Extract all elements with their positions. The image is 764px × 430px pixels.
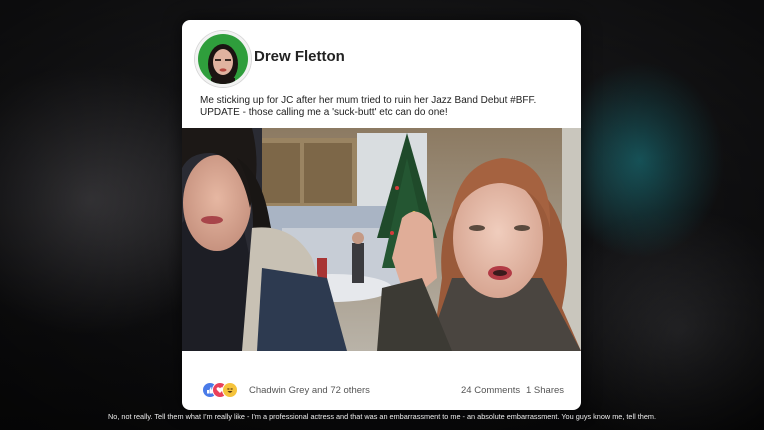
- comments-count-link[interactable]: 24 Comments: [461, 385, 520, 396]
- haha-icon: [222, 382, 238, 398]
- selfie-photo-image: [182, 128, 581, 351]
- shares-count-link[interactable]: 1 Shares: [526, 385, 564, 396]
- post-photo[interactable]: [182, 128, 581, 351]
- post-caption-line: UPDATE - those calling me a 'suck-butt' …: [200, 107, 448, 118]
- social-post-card: Drew Fletton Me sticking up for JC after…: [182, 20, 581, 410]
- avatar-portrait-image: [198, 34, 248, 84]
- post-author-name[interactable]: Drew Fletton: [254, 48, 345, 65]
- post-footer: Chadwin Grey and 72 others 24 Comments 1…: [182, 351, 581, 410]
- avatar[interactable]: [195, 31, 251, 87]
- post-caption: Me sticking up for JC after her mum trie…: [200, 95, 570, 119]
- post-header: Drew Fletton: [182, 20, 581, 92]
- subtitle-caption: No, not really. Tell them what I'm reall…: [108, 412, 656, 421]
- reaction-summary-link[interactable]: Chadwin Grey and 72 others: [249, 385, 370, 396]
- post-caption-line: Me sticking up for JC after her mum trie…: [200, 95, 537, 106]
